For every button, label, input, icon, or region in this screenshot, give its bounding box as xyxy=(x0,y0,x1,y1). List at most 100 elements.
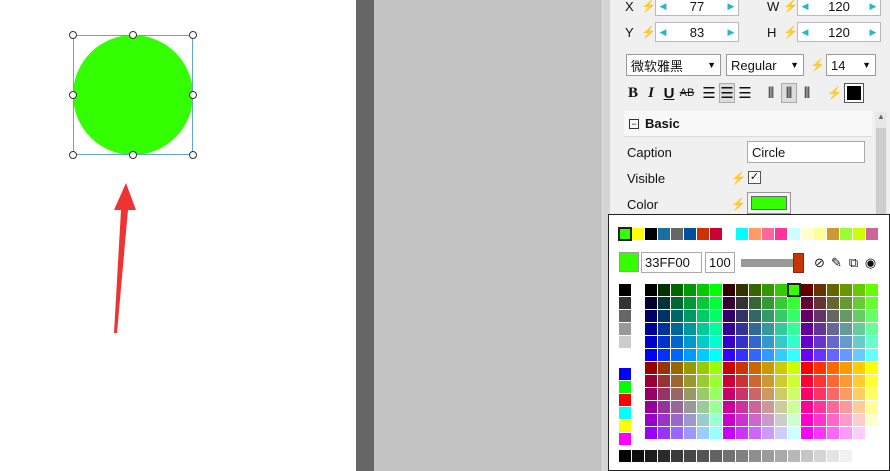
grid-color-swatch[interactable] xyxy=(788,362,800,374)
grid-color-swatch[interactable] xyxy=(671,336,683,348)
grid-color-swatch[interactable] xyxy=(684,297,696,309)
grid-color-swatch[interactable] xyxy=(671,427,683,439)
grid-color-swatch[interactable] xyxy=(762,362,774,374)
grid-color-swatch[interactable] xyxy=(788,388,800,400)
grid-color-swatch[interactable] xyxy=(801,427,813,439)
bolt-icon[interactable]: ⚡ xyxy=(641,0,656,13)
grid-color-swatch[interactable] xyxy=(658,401,670,413)
grid-color-swatch[interactable] xyxy=(853,401,865,413)
copy-icon[interactable]: ⧉ xyxy=(845,255,862,271)
grid-color-swatch[interactable] xyxy=(645,297,657,309)
grid-color-swatch[interactable] xyxy=(866,414,878,426)
grid-color-swatch[interactable] xyxy=(723,414,735,426)
recent-color-swatch[interactable] xyxy=(853,228,865,240)
font-size-select[interactable]: 14 ▼ xyxy=(826,54,876,76)
grid-color-swatch[interactable] xyxy=(762,375,774,387)
grid-color-swatch[interactable] xyxy=(749,323,761,335)
grid-color-swatch[interactable] xyxy=(814,414,826,426)
grid-color-swatch[interactable] xyxy=(723,388,735,400)
grid-color-swatch[interactable] xyxy=(710,414,722,426)
grid-color-swatch[interactable] xyxy=(684,401,696,413)
grid-color-swatch[interactable] xyxy=(814,284,826,296)
grid-color-swatch[interactable] xyxy=(736,401,748,413)
grid-color-swatch[interactable] xyxy=(671,297,683,309)
grid-color-swatch[interactable] xyxy=(736,336,748,348)
grid-color-swatch[interactable] xyxy=(645,310,657,322)
grid-color-swatch[interactable] xyxy=(723,323,735,335)
bold-button[interactable]: B xyxy=(625,83,641,103)
grid-color-swatch[interactable] xyxy=(723,284,735,296)
basic-color-swatch[interactable] xyxy=(619,284,631,296)
grid-color-swatch[interactable] xyxy=(788,349,800,361)
grid-color-swatch[interactable] xyxy=(866,375,878,387)
grid-color-swatch[interactable] xyxy=(710,323,722,335)
grid-color-swatch[interactable] xyxy=(645,414,657,426)
recent-color-swatch[interactable] xyxy=(788,228,800,240)
color-swatch-button[interactable] xyxy=(747,192,791,214)
increment-icon[interactable]: ▶ xyxy=(724,27,738,38)
basic-color-swatch[interactable] xyxy=(619,407,631,419)
align-center-icon[interactable]: ☰ xyxy=(719,83,735,103)
grid-color-swatch[interactable] xyxy=(658,375,670,387)
grid-color-swatch[interactable] xyxy=(762,427,774,439)
grid-color-swatch[interactable] xyxy=(866,362,878,374)
h-stepper[interactable]: ◀ 120 ▶ xyxy=(797,22,881,42)
grid-color-swatch[interactable] xyxy=(814,349,826,361)
grid-color-swatch[interactable] xyxy=(801,336,813,348)
grid-color-swatch[interactable] xyxy=(827,323,839,335)
grid-color-swatch[interactable] xyxy=(788,297,800,309)
grayscale-swatch[interactable] xyxy=(619,450,631,462)
grid-color-swatch[interactable] xyxy=(658,427,670,439)
grid-color-swatch[interactable] xyxy=(775,375,787,387)
grid-color-swatch[interactable] xyxy=(787,283,801,297)
basic-color-swatch[interactable] xyxy=(619,394,631,406)
grid-color-swatch[interactable] xyxy=(723,375,735,387)
bolt-icon[interactable]: ⚡ xyxy=(641,25,656,39)
grid-color-swatch[interactable] xyxy=(723,362,735,374)
grid-color-swatch[interactable] xyxy=(827,349,839,361)
design-canvas[interactable] xyxy=(0,0,356,471)
grid-color-swatch[interactable] xyxy=(801,297,813,309)
grid-color-swatch[interactable] xyxy=(762,414,774,426)
grid-color-swatch[interactable] xyxy=(736,414,748,426)
valign-top-icon[interactable]: ⫴ xyxy=(763,83,779,103)
alpha-input[interactable]: 100 xyxy=(705,252,735,273)
grid-color-swatch[interactable] xyxy=(866,427,878,439)
grid-color-swatch[interactable] xyxy=(788,336,800,348)
increment-icon[interactable]: ▶ xyxy=(866,27,880,38)
recent-color-swatch[interactable] xyxy=(736,228,748,240)
grid-color-swatch[interactable] xyxy=(645,349,657,361)
grid-color-swatch[interactable] xyxy=(645,284,657,296)
grid-color-swatch[interactable] xyxy=(671,310,683,322)
increment-icon[interactable]: ▶ xyxy=(866,1,880,12)
grid-color-swatch[interactable] xyxy=(645,427,657,439)
grid-color-swatch[interactable] xyxy=(788,414,800,426)
grid-color-swatch[interactable] xyxy=(827,297,839,309)
bolt-icon[interactable]: ⚡ xyxy=(731,197,746,211)
grid-color-swatch[interactable] xyxy=(671,349,683,361)
recent-color-swatch[interactable] xyxy=(671,228,683,240)
decrement-icon[interactable]: ◀ xyxy=(798,27,812,38)
recent-color-swatch[interactable] xyxy=(658,228,670,240)
valign-middle-icon[interactable]: ⫴ xyxy=(781,83,797,103)
grid-color-swatch[interactable] xyxy=(658,388,670,400)
grid-color-swatch[interactable] xyxy=(658,414,670,426)
recent-color-swatch[interactable] xyxy=(762,228,774,240)
grid-color-swatch[interactable] xyxy=(801,323,813,335)
grid-color-swatch[interactable] xyxy=(710,349,722,361)
w-value[interactable]: 120 xyxy=(812,0,866,14)
decrement-icon[interactable]: ◀ xyxy=(798,1,812,12)
grayscale-swatch[interactable] xyxy=(658,450,670,462)
grid-color-swatch[interactable] xyxy=(866,323,878,335)
basic-color-swatch[interactable] xyxy=(619,420,631,432)
scroll-thumb[interactable] xyxy=(876,128,886,216)
bolt-icon[interactable]: ⚡ xyxy=(783,0,798,13)
recent-color-swatch[interactable] xyxy=(618,227,632,241)
grid-color-swatch[interactable] xyxy=(814,310,826,322)
grid-color-swatch[interactable] xyxy=(723,297,735,309)
recent-color-swatch[interactable] xyxy=(632,228,644,240)
grid-color-swatch[interactable] xyxy=(723,401,735,413)
grid-color-swatch[interactable] xyxy=(788,427,800,439)
basic-color-swatch[interactable] xyxy=(619,433,631,445)
grid-color-swatch[interactable] xyxy=(840,284,852,296)
